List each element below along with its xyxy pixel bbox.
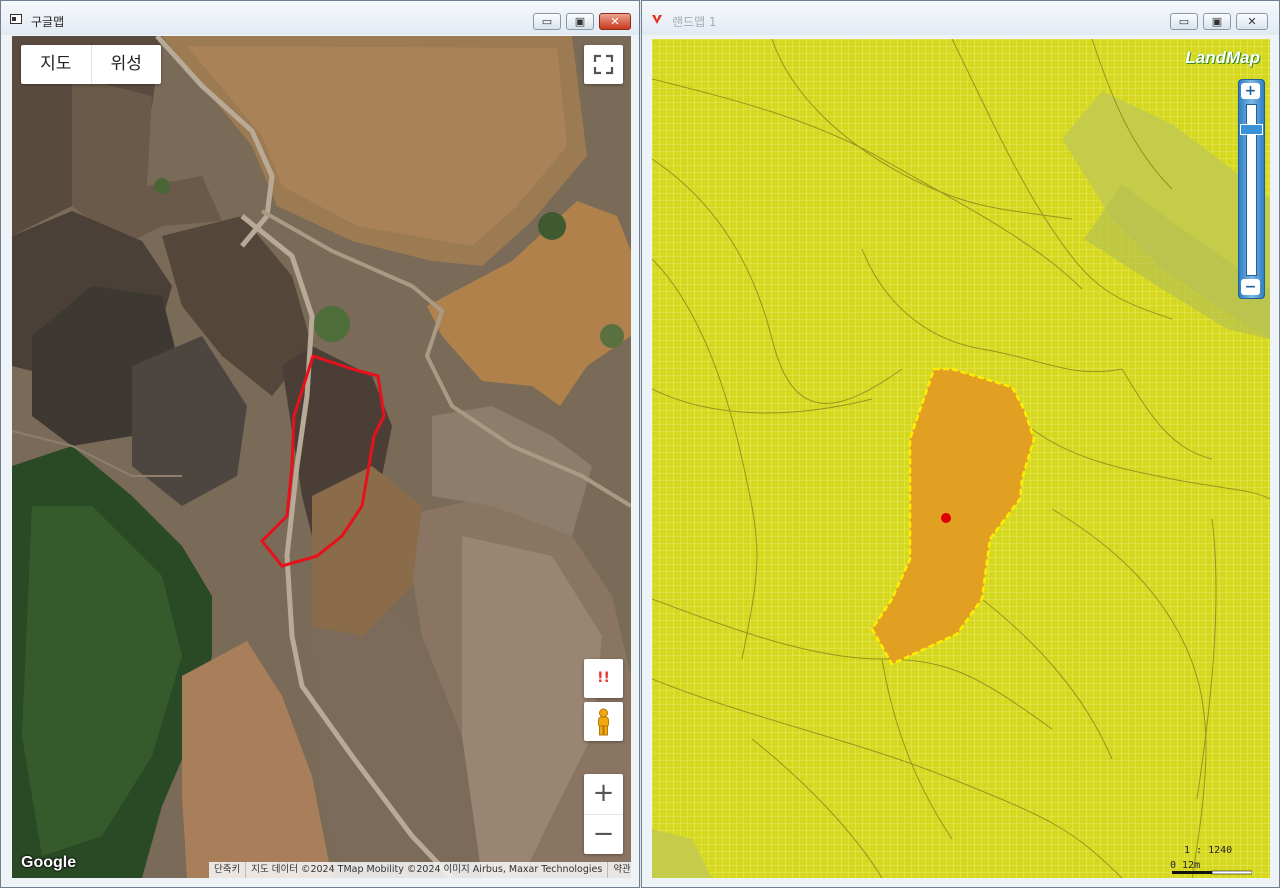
app-icon: [10, 14, 22, 24]
map-type-map-button[interactable]: 지도: [21, 45, 91, 84]
window-title: 구글맵: [31, 15, 65, 29]
keyboard-shortcuts-link[interactable]: 단축키: [209, 862, 245, 878]
landmap-zoom-out-button[interactable]: −: [1241, 279, 1260, 295]
minimize-button[interactable]: ▭: [1170, 13, 1198, 30]
fullscreen-icon: [593, 54, 614, 75]
zoom-in-button[interactable]: +: [584, 774, 623, 814]
maximize-button[interactable]: ▣: [566, 13, 594, 30]
report-problem-button[interactable]: !!: [584, 659, 623, 698]
fullscreen-button[interactable]: [584, 45, 623, 84]
title-bar[interactable]: 랜드맵 1 ▭ ▣ ✕: [642, 1, 1279, 35]
location-marker[interactable]: [941, 513, 951, 523]
scale-bar-label: 0 12m: [1170, 860, 1201, 871]
google-map-window: 구글맵 ▭ ▣ ✕ 지도 위성 !! + − Google 단축키 지도 데이터…: [0, 0, 640, 888]
landmap-logo: LandMap: [1185, 48, 1260, 67]
satellite-imagery: [12, 36, 631, 878]
close-button[interactable]: ✕: [599, 13, 631, 30]
cadastral-map-canvas: [652, 39, 1270, 878]
street-view-pegman-button[interactable]: [584, 702, 623, 741]
title-bar[interactable]: 구글맵 ▭ ▣ ✕: [1, 1, 639, 35]
landmap-zoom-in-button[interactable]: +: [1241, 83, 1260, 99]
minimize-button[interactable]: ▭: [533, 13, 561, 30]
close-button[interactable]: ✕: [1236, 13, 1268, 30]
landmap-zoom-control: + −: [1238, 79, 1265, 299]
google-logo: Google: [21, 854, 77, 871]
maximize-button[interactable]: ▣: [1203, 13, 1231, 30]
landmap-app-icon: [652, 15, 662, 24]
map-data-attribution: 지도 데이터 ©2024 TMap Mobility ©2024 이미지 Air…: [245, 862, 607, 878]
map-attribution: 단축키 지도 데이터 ©2024 TMap Mobility ©2024 이미지…: [209, 862, 631, 878]
landmap-window: 랜드맵 1 ▭ ▣ ✕ LandMap + −: [641, 0, 1280, 888]
window-title: 랜드맵 1: [672, 15, 717, 29]
map-type-control: 지도 위성: [21, 45, 161, 84]
cadastral-map[interactable]: LandMap + −: [652, 39, 1270, 878]
zoom-out-button[interactable]: −: [584, 814, 623, 855]
terms-link[interactable]: 약관: [607, 862, 631, 878]
scale-ratio: 1 : 1240: [1184, 845, 1233, 856]
zoom-control: + −: [584, 774, 623, 854]
map-type-satellite-button[interactable]: 위성: [90, 45, 162, 84]
zoom-slider-handle[interactable]: [1240, 124, 1263, 135]
pegman-icon: [598, 708, 609, 736]
satellite-map[interactable]: 지도 위성 !! + − Google 단축키 지도 데이터 ©2024 TMa…: [12, 36, 631, 878]
